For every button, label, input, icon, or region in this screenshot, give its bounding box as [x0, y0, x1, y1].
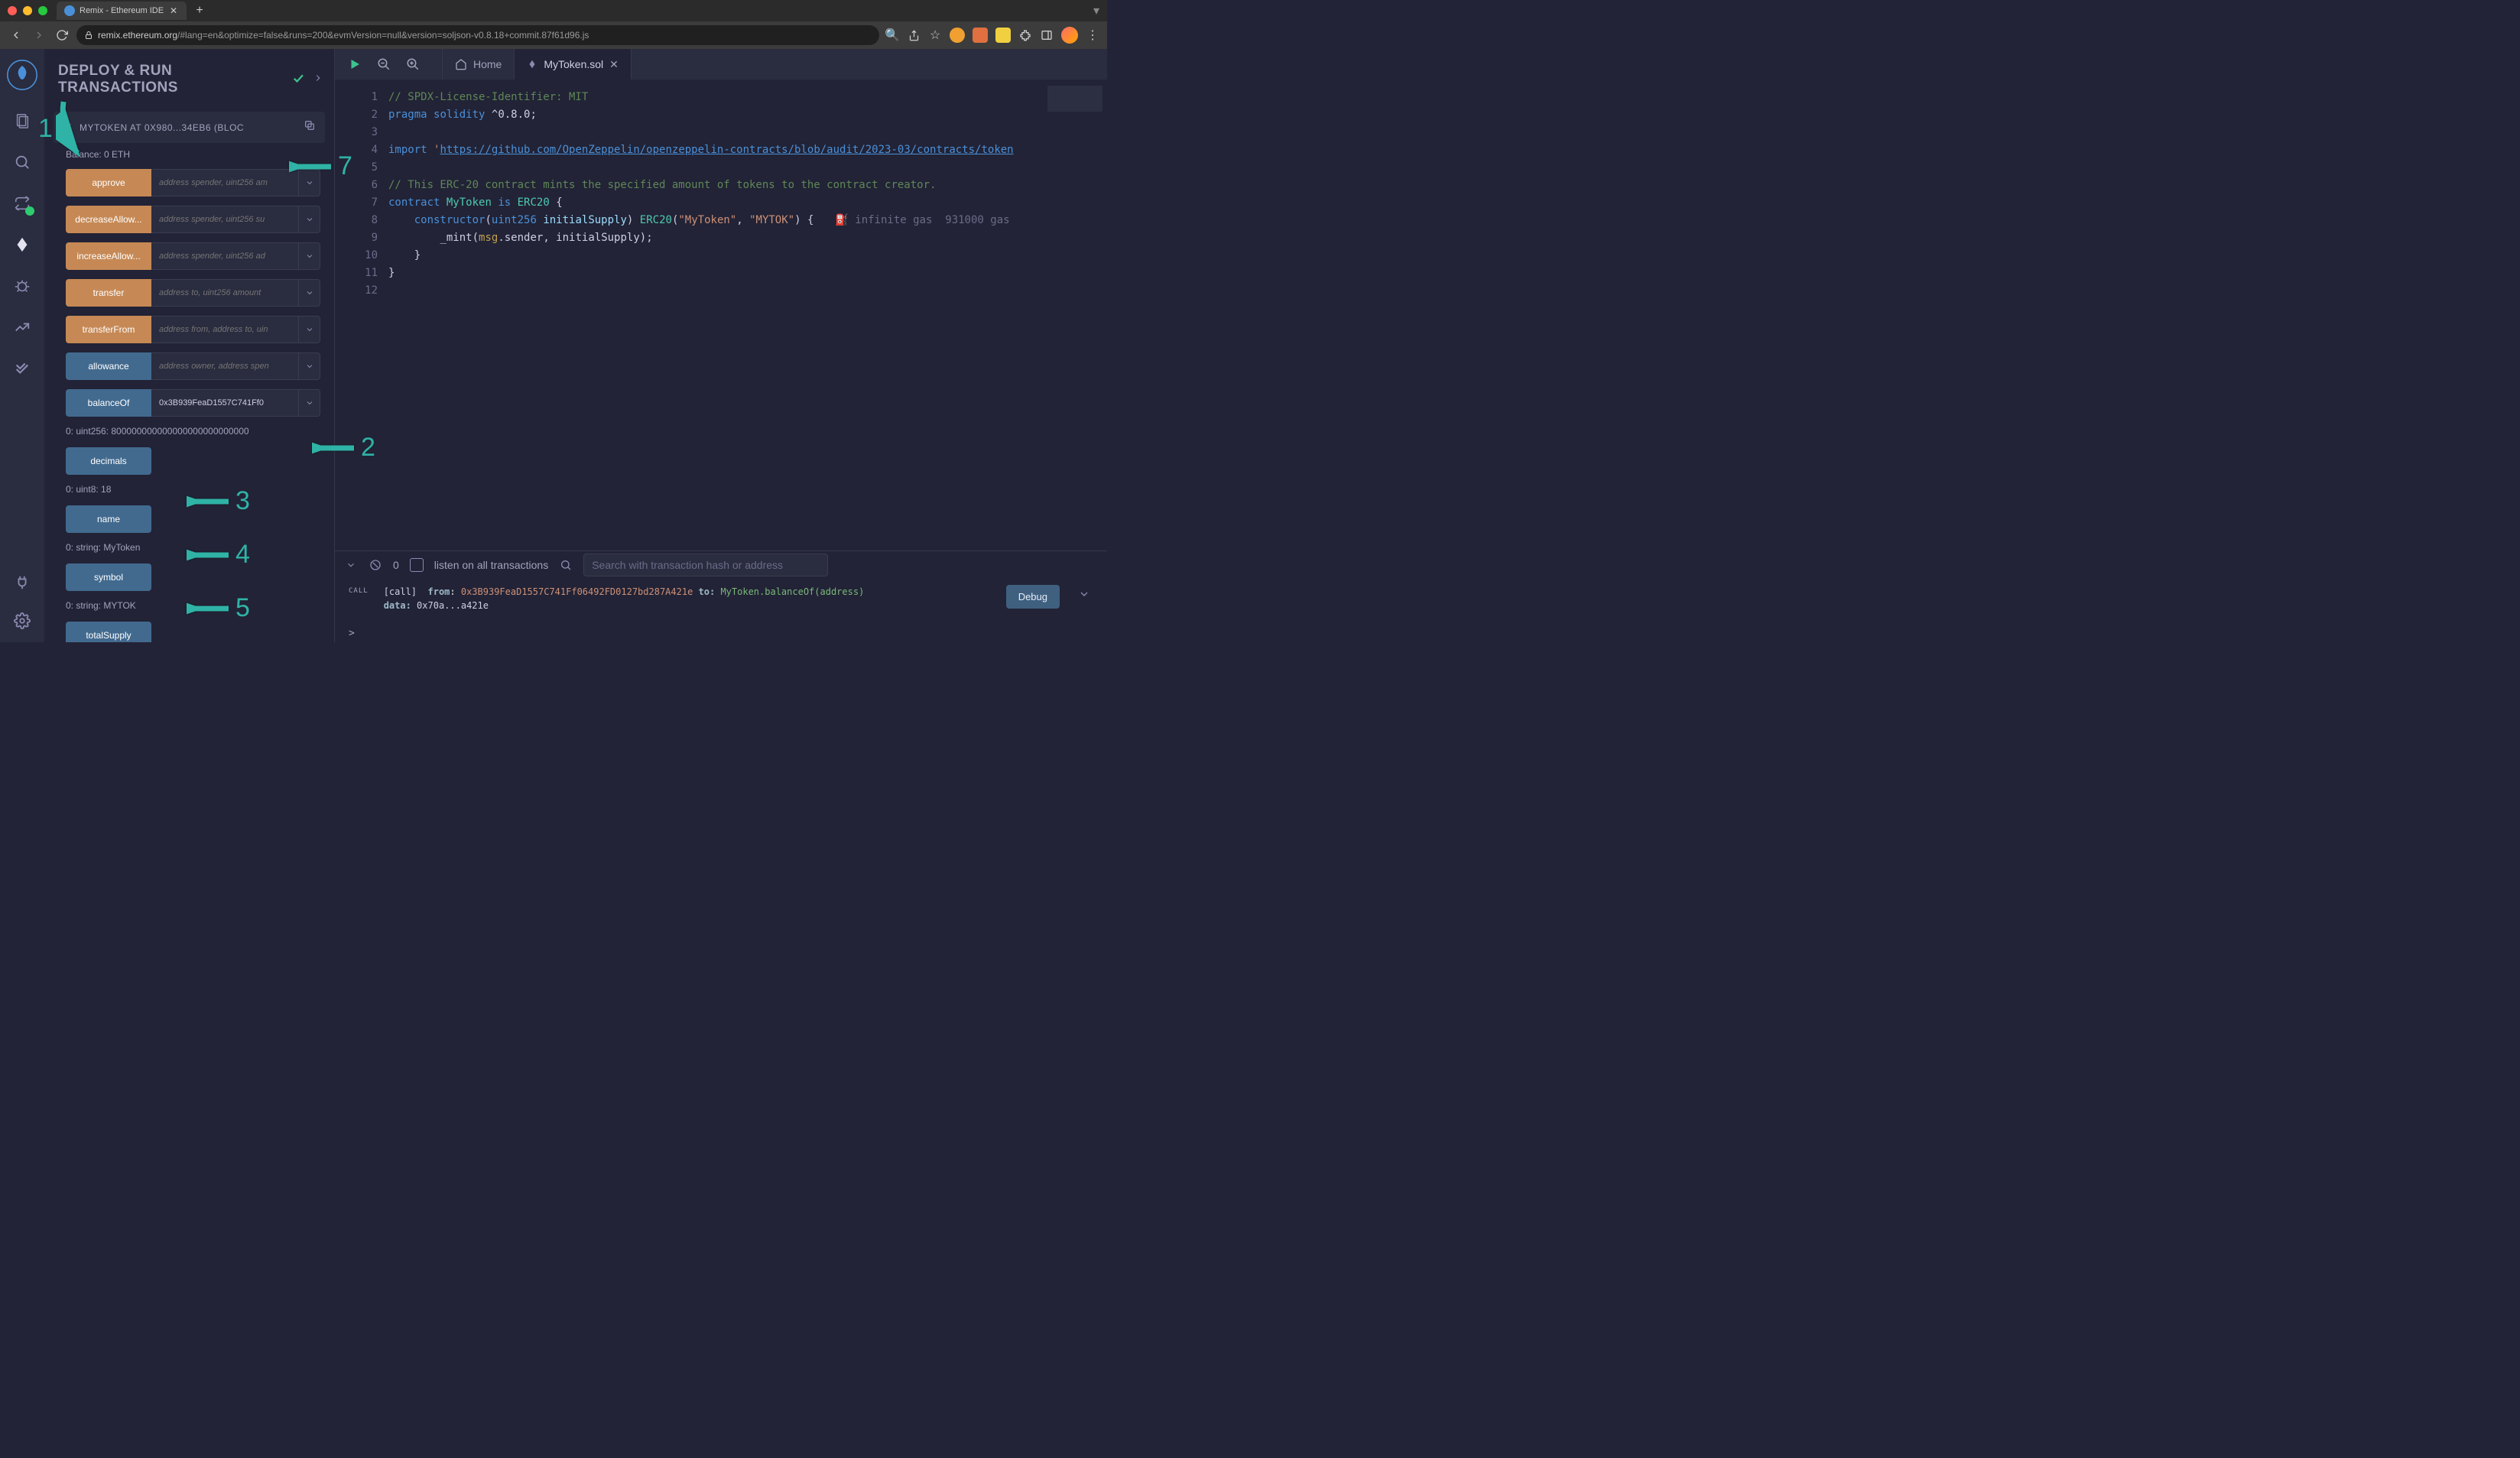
- extension-icon[interactable]: [995, 28, 1011, 43]
- menu-icon[interactable]: ⋮: [1086, 28, 1099, 42]
- solidity-icon: [527, 59, 537, 70]
- decimals-output: 0: uint8: 18: [44, 482, 334, 495]
- sidepanel-icon[interactable]: [1040, 28, 1054, 42]
- lock-icon: [84, 31, 93, 40]
- name-output: 0: string: MyToken: [44, 541, 334, 553]
- remix-logo-icon[interactable]: [7, 60, 37, 90]
- balanceof-input[interactable]: [151, 389, 299, 417]
- transfer-input[interactable]: [151, 279, 299, 307]
- verify-icon[interactable]: [11, 358, 33, 379]
- debug-button[interactable]: Debug: [1006, 585, 1060, 609]
- balanceof-button[interactable]: balanceOf: [66, 389, 151, 417]
- analytics-icon[interactable]: [11, 317, 33, 338]
- reload-button[interactable]: [54, 27, 70, 44]
- pending-count: 0: [393, 559, 399, 571]
- share-icon[interactable]: [907, 28, 921, 42]
- increaseallow--button[interactable]: increaseAllow...: [66, 242, 151, 270]
- chevron-down-icon[interactable]: [299, 316, 320, 343]
- copy-icon[interactable]: [304, 119, 316, 135]
- zoom-out-icon[interactable]: [375, 55, 393, 73]
- panel-title: DEPLOY & RUN TRANSACTIONS: [58, 63, 284, 96]
- zoom-icon[interactable]: 🔍: [885, 28, 899, 42]
- chevron-down-icon[interactable]: [299, 352, 320, 380]
- debugger-icon[interactable]: [11, 275, 33, 297]
- tab-home[interactable]: Home: [442, 49, 515, 80]
- totalsupply-button[interactable]: totalSupply: [66, 622, 151, 642]
- contract-title: MYTOKEN AT 0X980...34EB6 (BLOC: [80, 122, 297, 133]
- terminal-prompt[interactable]: >: [335, 625, 1107, 642]
- chevron-down-icon[interactable]: [344, 558, 358, 572]
- tab-home-label: Home: [473, 58, 502, 70]
- symbol-button[interactable]: symbol: [66, 563, 151, 591]
- bookmark-icon[interactable]: ☆: [928, 28, 942, 42]
- browser-tab[interactable]: Remix - Ethereum IDE ✕: [57, 2, 187, 20]
- increaseallow--input[interactable]: [151, 242, 299, 270]
- chevron-down-icon[interactable]: [299, 206, 320, 233]
- search-icon[interactable]: [559, 558, 573, 572]
- address-bar[interactable]: remix.ethereum.org/#lang=en&optimize=fal…: [76, 25, 879, 45]
- clear-icon[interactable]: [369, 558, 382, 572]
- allowance-input[interactable]: [151, 352, 299, 380]
- call-tag: CALL: [349, 585, 369, 595]
- chevron-down-icon[interactable]: [299, 169, 320, 196]
- plugin-icon[interactable]: [11, 572, 33, 593]
- tabs-dropdown-icon[interactable]: ▾: [1093, 3, 1099, 18]
- url-host: remix.ethereum.org: [98, 30, 177, 41]
- check-badge-icon: [25, 206, 34, 216]
- chevron-down-icon[interactable]: [299, 242, 320, 270]
- listen-label: listen on all transactions: [434, 559, 548, 571]
- new-tab-button[interactable]: +: [191, 2, 208, 19]
- contract-balance: Balance: 0 ETH: [44, 148, 334, 169]
- check-icon: [291, 71, 305, 89]
- name-button[interactable]: name: [66, 505, 151, 533]
- transfer-button[interactable]: transfer: [66, 279, 151, 307]
- home-icon: [455, 58, 467, 70]
- listen-checkbox[interactable]: [410, 558, 424, 572]
- chevron-down-icon[interactable]: [299, 389, 320, 417]
- chevron-down-icon[interactable]: [1075, 585, 1093, 603]
- file-explorer-icon[interactable]: [11, 110, 33, 132]
- window-minimize[interactable]: [23, 6, 32, 15]
- terminal-search-input[interactable]: Search with transaction hash or address: [583, 554, 828, 576]
- chevron-right-icon[interactable]: [313, 73, 323, 87]
- close-tab-icon[interactable]: ✕: [609, 58, 619, 71]
- chevron-down-icon[interactable]: [63, 120, 73, 135]
- window-close[interactable]: [8, 6, 17, 15]
- compiler-icon[interactable]: [11, 193, 33, 214]
- profile-avatar[interactable]: [1061, 27, 1078, 44]
- symbol-output: 0: string: MYTOK: [44, 599, 334, 611]
- extension-icon[interactable]: [973, 28, 988, 43]
- search-icon[interactable]: [11, 151, 33, 173]
- decreaseallow--input[interactable]: [151, 206, 299, 233]
- approve-input[interactable]: [151, 169, 299, 196]
- window-maximize[interactable]: [38, 6, 47, 15]
- allowance-button[interactable]: allowance: [66, 352, 151, 380]
- approve-button[interactable]: approve: [66, 169, 151, 196]
- decimals-button[interactable]: decimals: [66, 447, 151, 475]
- url-path: /#lang=en&optimize=false&runs=200&evmVer…: [177, 30, 589, 41]
- transferfrom-button[interactable]: transferFrom: [66, 316, 151, 343]
- remix-favicon-icon: [64, 5, 75, 16]
- close-tab-icon[interactable]: ✕: [168, 5, 179, 16]
- minimap[interactable]: [1047, 86, 1102, 112]
- decreaseallow--button[interactable]: decreaseAllow...: [66, 206, 151, 233]
- settings-icon[interactable]: [11, 610, 33, 632]
- back-button[interactable]: [8, 27, 24, 44]
- deploy-icon[interactable]: [11, 234, 33, 255]
- tab-file[interactable]: MyToken.sol ✕: [515, 49, 632, 80]
- forward-button[interactable]: [31, 27, 47, 44]
- extensions-icon[interactable]: [1018, 28, 1032, 42]
- extension-icon[interactable]: [950, 28, 965, 43]
- terminal-log: [call] from: 0x3B939FeaD1557C741Ff06492F…: [384, 585, 991, 612]
- chevron-down-icon[interactable]: [299, 279, 320, 307]
- transferfrom-input[interactable]: [151, 316, 299, 343]
- run-icon[interactable]: [346, 55, 364, 73]
- balanceof-output: 0: uint256: 800000000000000000000000000: [44, 424, 334, 437]
- zoom-in-icon[interactable]: [404, 55, 422, 73]
- browser-tab-title: Remix - Ethereum IDE: [80, 6, 164, 15]
- tab-file-label: MyToken.sol: [544, 58, 603, 70]
